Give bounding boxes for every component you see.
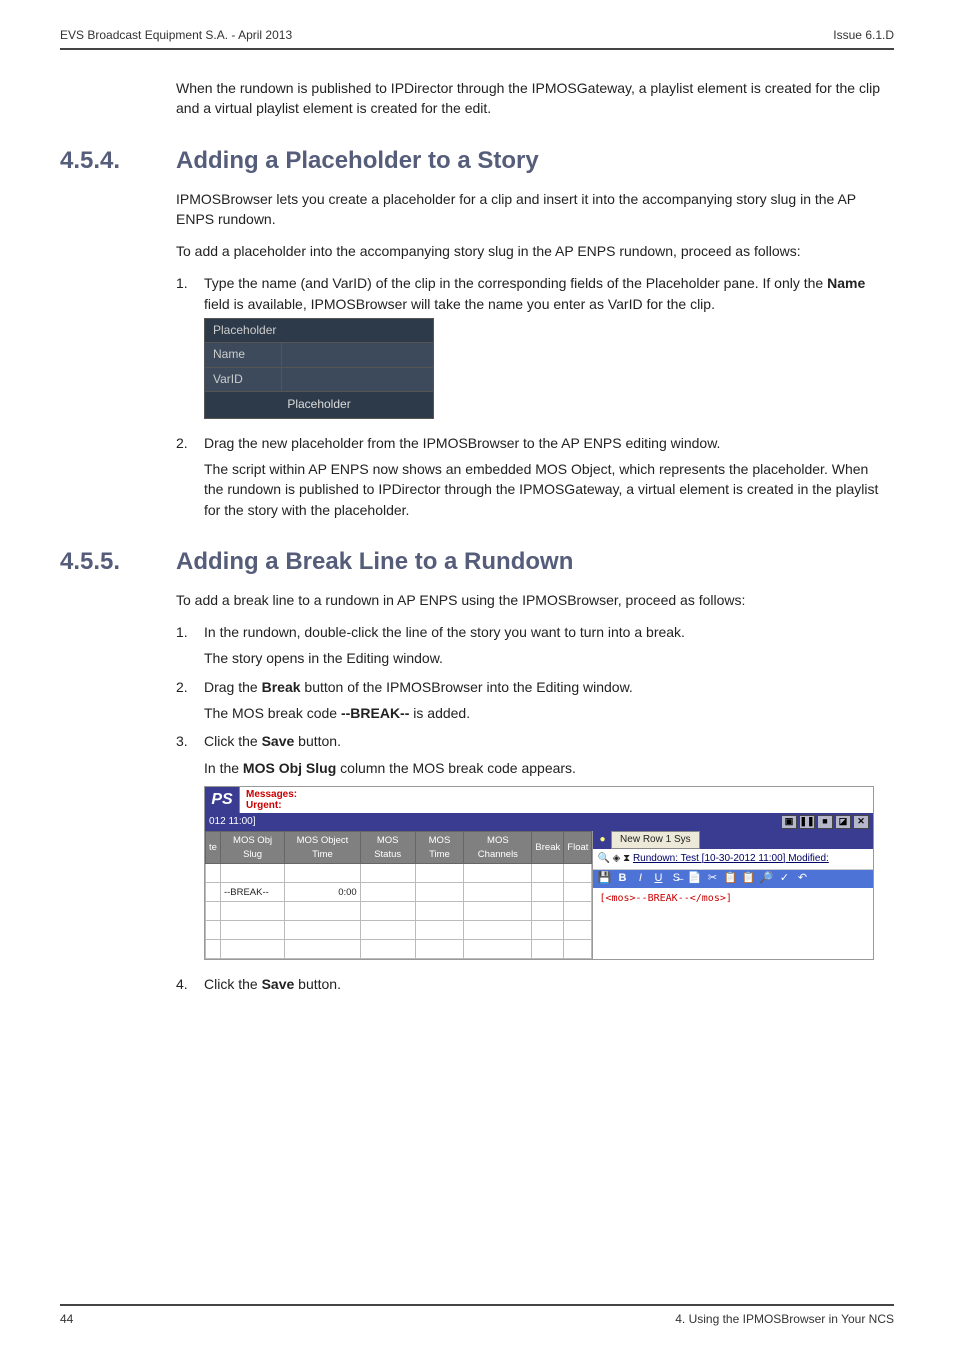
page-footer: 44 4. Using the IPMOSBrowser in Your NCS: [60, 1304, 894, 1326]
s454-step2-note: The script within AP ENPS now shows an e…: [204, 459, 884, 520]
story-text: [<mos>--BREAK--</mos>]: [593, 888, 873, 911]
placeholder-pane: Placeholder Name VarID Placeholder: [204, 318, 434, 419]
table-row[interactable]: [206, 864, 592, 883]
table-row[interactable]: [206, 940, 592, 959]
section-455-p1: To add a break line to a rundown in AP E…: [176, 590, 884, 610]
section-455-title: 4.5.5.Adding a Break Line to a Rundown: [176, 548, 884, 576]
table-row[interactable]: [206, 921, 592, 940]
section-454-num: 4.5.4.: [60, 147, 176, 175]
ph-varid-field[interactable]: [282, 367, 434, 391]
doc-icon[interactable]: 📄: [687, 872, 701, 886]
section-454-p1: IPMOSBrowser lets you create a placehold…: [176, 189, 884, 230]
ph-varid-label: VarID: [205, 367, 282, 391]
ps-logo: PS: [205, 787, 239, 813]
s455-step4: Click the Save button.: [176, 974, 884, 994]
spell-icon[interactable]: ✓: [777, 872, 791, 886]
ph-button[interactable]: Placeholder: [205, 392, 434, 418]
s454-step2: Drag the new placeholder from the IPMOSB…: [176, 433, 884, 520]
section-454-title: 4.5.4.Adding a Placeholder to a Story: [176, 147, 884, 175]
save-icon[interactable]: 💾: [597, 872, 611, 886]
section-455-num: 4.5.5.: [60, 548, 176, 576]
footer-chapter: 4. Using the IPMOSBrowser in Your NCS: [675, 1312, 894, 1326]
win-btn-4[interactable]: ◪: [835, 815, 851, 829]
win-btn-close[interactable]: ✕: [853, 815, 869, 829]
paste-icon[interactable]: 📋: [741, 872, 755, 886]
page-header: EVS Broadcast Equipment S.A. - April 201…: [60, 28, 894, 50]
table-row[interactable]: [206, 902, 592, 921]
intro-paragraph: When the rundown is published to IPDirec…: [176, 78, 884, 119]
new-row-button[interactable]: New Row 1 Sys: [611, 831, 700, 850]
enps-screenshot: PS Messages: Urgent: 012 11:00] ▣ ❚❚ ■ ◪: [204, 786, 874, 961]
messages-box: Messages: Urgent:: [239, 787, 873, 813]
italic-icon[interactable]: I: [633, 872, 647, 886]
strike-icon[interactable]: S̶: [669, 872, 683, 886]
cut-icon[interactable]: ✂: [705, 872, 719, 886]
section-454-p2: To add a placeholder into the accompanyi…: [176, 241, 884, 261]
undo-icon[interactable]: ↶: [795, 872, 809, 886]
s455-step1: In the rundown, double-click the line of…: [176, 622, 884, 669]
s455-step2: Drag the Break button of the IPMOSBrowse…: [176, 677, 884, 724]
bold-icon[interactable]: B: [615, 872, 629, 886]
header-left: EVS Broadcast Equipment S.A. - April 201…: [60, 28, 292, 42]
ph-name-label: Name: [205, 343, 282, 367]
win-btn-2[interactable]: ❚❚: [799, 815, 815, 829]
table-row[interactable]: --BREAK--0:00: [206, 883, 592, 902]
underline-icon[interactable]: U: [651, 872, 665, 886]
ph-header: Placeholder: [205, 319, 434, 343]
s455-step3: Click the Save button. In the MOS Obj Sl…: [176, 731, 884, 960]
title-band: 012 11:00] ▣ ❚❚ ■ ◪ ✕: [205, 813, 873, 831]
header-right: Issue 6.1.D: [833, 28, 894, 42]
editor-toolbar: 💾 B I U S̶ 📄 ✂ 📋 📋 🔎 ✓: [593, 870, 873, 888]
copy-icon[interactable]: 📋: [723, 872, 737, 886]
win-btn-3[interactable]: ■: [817, 815, 833, 829]
rundown-grid: te MOS Obj Slug MOS Object Time MOS Stat…: [205, 831, 592, 960]
ph-name-field[interactable]: [282, 343, 434, 367]
page-number: 44: [60, 1312, 73, 1326]
rundown-info: 🔍 ◈ ⧗ Rundown: Test [10-30-2012 11:00] M…: [593, 849, 873, 871]
win-btn-1[interactable]: ▣: [781, 815, 797, 829]
find-icon[interactable]: 🔎: [759, 872, 773, 886]
s454-step1: Type the name (and VarID) of the clip in…: [176, 273, 884, 418]
